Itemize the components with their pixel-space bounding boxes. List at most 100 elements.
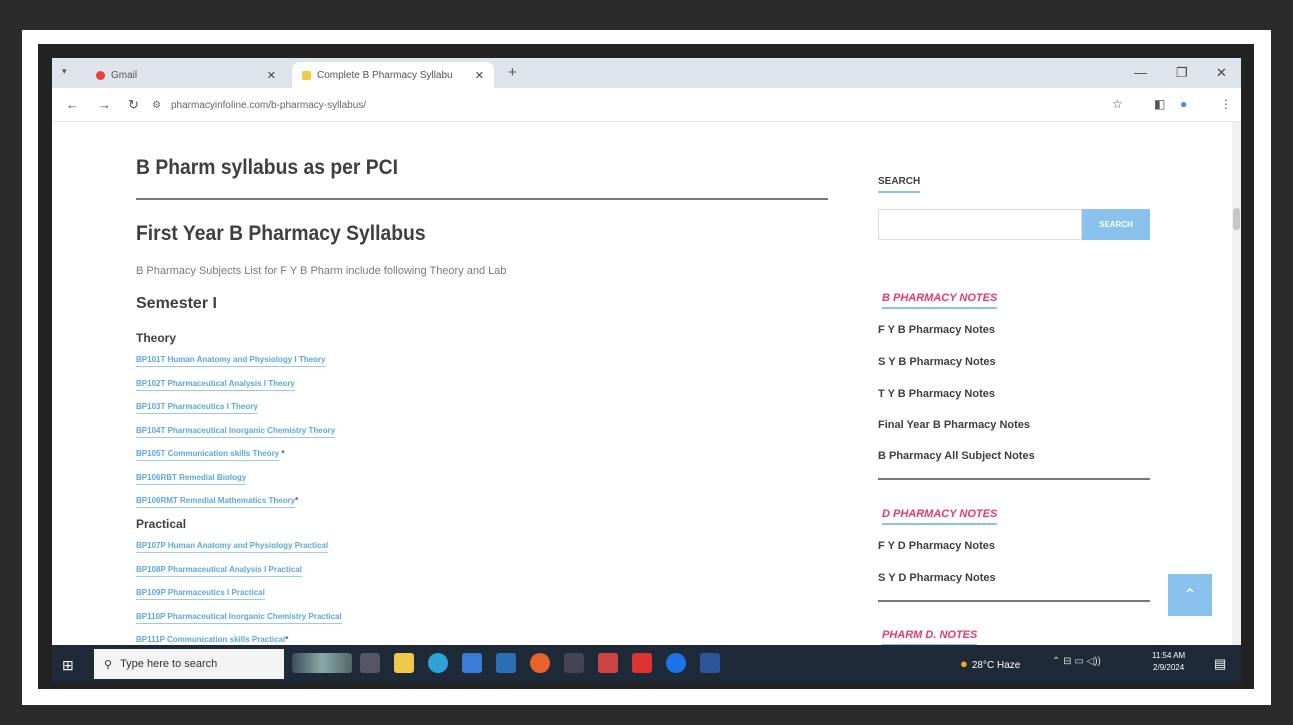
- gmail-icon: [96, 70, 105, 80]
- theory-heading: Theory: [136, 331, 177, 345]
- sidebar-link[interactable]: T Y B Pharmacy Notes: [878, 388, 995, 400]
- minimize-icon[interactable]: —: [1134, 65, 1147, 80]
- search-icon: ⚲: [104, 658, 113, 671]
- taskbar-search-box[interactable]: ⚲ Type here to search: [94, 649, 284, 679]
- page-title: B Pharm syllabus as per PCI: [136, 156, 399, 179]
- close-window-icon[interactable]: ✕: [1216, 65, 1227, 81]
- clock[interactable]: 11:54 AM 2/9/2024: [1152, 650, 1185, 674]
- list-item: BP109P Pharmaceutics I Practical: [136, 588, 342, 612]
- close-icon[interactable]: ✕: [475, 69, 484, 82]
- widget-title-b-pharmacy: B PHARMACY NOTES: [882, 292, 998, 309]
- chevron-up-icon: ⌃: [1183, 587, 1197, 604]
- sidebar-link[interactable]: B Pharmacy All Subject Notes: [878, 450, 1035, 462]
- practical-link[interactable]: BP111P Communication skills Practical: [136, 635, 286, 645]
- app-icon[interactable]: [598, 653, 618, 673]
- tab-title: Complete B Pharmacy Syllabu: [317, 69, 453, 81]
- search-button[interactable]: SEARCH: [1082, 209, 1150, 240]
- store-icon[interactable]: [462, 653, 482, 673]
- bookmark-star-icon[interactable]: ☆: [1112, 97, 1123, 111]
- search-highlight-image: [292, 653, 352, 673]
- menu-icon[interactable]: ⋮: [1220, 97, 1232, 111]
- list-item: BP106RBT Remedial Biology: [136, 472, 335, 497]
- firefox-icon[interactable]: [530, 653, 550, 673]
- list-item: BP102T Pharmaceutical Analysis I Theory: [136, 378, 335, 403]
- terminal-icon[interactable]: [564, 653, 584, 673]
- practical-link[interactable]: BP108P Pharmaceutical Analysis I Practic…: [136, 564, 302, 577]
- scrollbar[interactable]: [1232, 122, 1241, 645]
- widget-title-pharm-d: PHARM D. NOTES: [882, 629, 978, 645]
- notification-icon[interactable]: ▤: [1214, 656, 1226, 672]
- word-icon[interactable]: [700, 653, 720, 673]
- scrollbar-thumb[interactable]: [1233, 208, 1240, 230]
- list-item: BP106RMT Remedial Mathematics Theory*: [136, 496, 335, 520]
- practical-link[interactable]: BP110P Pharmaceutical Inorganic Chemistr…: [136, 611, 342, 624]
- address-bar: ← → ↻ ⚙ pharmacyinfoline.com/b-pharmacy-…: [52, 88, 1241, 122]
- windows-start-icon[interactable]: ⊞: [62, 657, 74, 674]
- tab-syllabus[interactable]: Complete B Pharmacy Syllabu ✕: [292, 62, 494, 88]
- tab-gmail[interactable]: Gmail ✕: [86, 62, 286, 88]
- list-item: BP110P Pharmaceutical Inorganic Chemistr…: [136, 611, 342, 636]
- search-widget-title: SEARCH: [878, 176, 921, 193]
- scroll-to-top-button[interactable]: ⌃: [1168, 574, 1212, 616]
- search-input[interactable]: [878, 209, 1082, 240]
- theory-link[interactable]: BP101T Human Anatomy and Physiology I Th…: [136, 355, 326, 367]
- date-text: 2/9/2024: [1153, 663, 1185, 672]
- list-item: BP101T Human Anatomy and Physiology I Th…: [136, 355, 335, 379]
- list-item: BP103T Pharmaceutics I Theory: [136, 402, 335, 426]
- sidebar-link[interactable]: Final Year B Pharmacy Notes: [878, 419, 1030, 431]
- theory-link[interactable]: BP103T Pharmaceutics I Theory: [136, 402, 258, 414]
- profile-icon[interactable]: ●: [1180, 97, 1187, 111]
- list-item: BP111P Communication skills Practical*: [136, 635, 342, 645]
- sidebar-link[interactable]: S Y D Pharmacy Notes: [878, 572, 996, 584]
- pdf-icon[interactable]: [632, 653, 652, 673]
- divider: [136, 198, 828, 200]
- restore-icon[interactable]: ❐: [1176, 65, 1188, 81]
- section-title: First Year B Pharmacy Syllabus: [136, 222, 426, 245]
- theory-link[interactable]: BP104T Pharmaceutical Inorganic Chemistr…: [136, 425, 336, 438]
- chrome-icon[interactable]: [666, 653, 686, 673]
- list-item: BP105T Communication skills Theory *: [136, 449, 335, 473]
- sidebar-link[interactable]: F Y D Pharmacy Notes: [878, 540, 995, 552]
- divider: [878, 478, 1150, 480]
- widget-title-d-pharmacy: D PHARMACY NOTES: [882, 508, 998, 525]
- task-view-icon[interactable]: [360, 653, 380, 673]
- browser-window: ▾ Gmail ✕ Complete B Pharmacy Syllabu ✕ …: [52, 58, 1241, 683]
- url-text: pharmacyinfoline.com/b-pharmacy-syllabus…: [170, 99, 367, 111]
- theory-link[interactable]: BP102T Pharmaceutical Analysis I Theory: [136, 378, 295, 391]
- weather-icon: ●: [960, 656, 968, 671]
- side-panel-icon[interactable]: ◧: [1154, 97, 1165, 111]
- edge-icon[interactable]: [428, 653, 448, 673]
- list-item: BP108P Pharmaceutical Analysis I Practic…: [136, 564, 342, 589]
- url-field[interactable]: ⚙ pharmacyinfoline.com/b-pharmacy-syllab…: [152, 94, 1092, 116]
- site-favicon-icon: [302, 70, 311, 80]
- sidebar-link[interactable]: F Y B Pharmacy Notes: [878, 324, 995, 336]
- taskbar: ⊞ ⚲ Type here to search ● 28°C Haze ⌃ ⊟ ▭…: [52, 645, 1241, 683]
- tab-title: Gmail: [111, 69, 138, 81]
- theory-link-list: BP101T Human Anatomy and Physiology I Th…: [136, 355, 336, 520]
- practical-link-list: BP107P Human Anatomy and Physiology Prac…: [136, 541, 342, 645]
- theory-link[interactable]: BP106RBT Remedial Biology: [136, 472, 247, 485]
- new-tab-button[interactable]: +: [508, 64, 517, 81]
- reload-icon[interactable]: ↻: [128, 97, 139, 113]
- site-info-icon[interactable]: ⚙: [152, 100, 161, 111]
- close-icon[interactable]: ✕: [267, 69, 276, 82]
- list-item: BP107P Human Anatomy and Physiology Prac…: [136, 541, 342, 565]
- web-page: B Pharm syllabus as per PCI First Year B…: [52, 122, 1232, 645]
- practical-link[interactable]: BP107P Human Anatomy and Physiology Prac…: [136, 541, 329, 553]
- section-subtitle: B Pharmacy Subjects List for F Y B Pharm…: [136, 265, 507, 277]
- back-icon[interactable]: ←: [66, 97, 79, 112]
- file-explorer-icon[interactable]: [394, 653, 414, 673]
- taskbar-search-placeholder: Type here to search: [120, 658, 218, 670]
- mail-icon[interactable]: [496, 653, 516, 673]
- divider: [878, 600, 1150, 602]
- sidebar-link[interactable]: S Y B Pharmacy Notes: [878, 356, 996, 368]
- theory-link[interactable]: BP106RMT Remedial Mathematics Theory: [136, 496, 296, 508]
- practical-heading: Practical: [136, 517, 187, 531]
- tab-bar: ▾ Gmail ✕ Complete B Pharmacy Syllabu ✕ …: [52, 58, 1241, 88]
- system-tray[interactable]: ⌃ ⊟ ▭ ◁)): [1052, 656, 1101, 667]
- tab-search-icon[interactable]: ▾: [62, 66, 67, 77]
- practical-link[interactable]: BP109P Pharmaceutics I Practical: [136, 588, 265, 600]
- theory-link[interactable]: BP105T Communication skills Theory: [136, 449, 280, 461]
- weather-widget[interactable]: ● 28°C Haze: [960, 656, 1020, 671]
- forward-icon[interactable]: →: [98, 97, 111, 112]
